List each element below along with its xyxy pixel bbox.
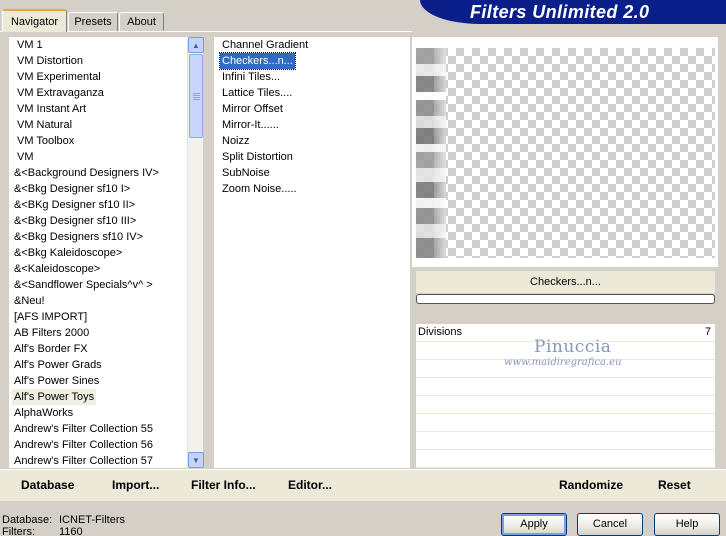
import-button[interactable]: Import... (112, 478, 159, 492)
category-item[interactable]: VM 1 (15, 37, 45, 53)
help-button[interactable]: Help (654, 513, 720, 536)
filter-item[interactable]: Infini Tiles... (220, 69, 282, 85)
scroll-up-button[interactable]: ▲ (188, 37, 204, 53)
category-item[interactable]: &<Bkg Designer sf10 I> (12, 181, 132, 197)
category-item[interactable]: &<Sandflower Specials^v^ > (12, 277, 155, 293)
selected-filter-name: Checkers...n... (416, 271, 715, 293)
parameter-row (416, 432, 715, 450)
filters-count-value: 1160 (59, 526, 83, 536)
reset-button[interactable]: Reset (658, 478, 691, 492)
category-item[interactable]: &<Kaleidoscope> (12, 261, 102, 277)
watermark-url: www.maidiregrafica.eu (504, 357, 622, 368)
category-item[interactable]: VM Extravaganza (15, 85, 106, 101)
category-item[interactable]: VM (15, 149, 36, 165)
category-item[interactable]: VM Instant Art (15, 101, 88, 117)
filter-info-button[interactable]: Filter Info... (191, 478, 256, 492)
thumb-grip (193, 99, 200, 100)
progress-bar (416, 294, 715, 304)
randomize-button[interactable]: Randomize (559, 478, 623, 492)
category-scrollbar[interactable]: ▲ ▼ (187, 37, 204, 468)
thumb-grip (193, 93, 200, 94)
category-item[interactable]: &Neu! (12, 293, 47, 309)
filter-item[interactable]: Noizz (220, 133, 252, 149)
category-list[interactable]: VM 1 VM Distortion VM Experimental VM Extra… (9, 37, 187, 468)
filter-item[interactable]: Checkers...n... (219, 52, 296, 70)
database-value: ICNET-Filters (59, 514, 125, 526)
editor-button[interactable]: Editor... (288, 478, 332, 492)
parameter-row (416, 414, 715, 432)
category-item[interactable]: &<Bkg Kaleidoscope> (12, 245, 124, 261)
preview-image (416, 48, 715, 258)
filter-item[interactable]: Zoom Noise..... (220, 181, 299, 197)
category-item[interactable]: VM Natural (15, 117, 74, 133)
watermark-title: Pinuccia (534, 337, 612, 357)
category-item[interactable]: Alf's Power Grads (12, 357, 104, 373)
filter-item[interactable]: Channel Gradient (220, 37, 310, 53)
filter-list[interactable]: Channel Gradient Checkers...n... Infini Ti… (214, 37, 410, 468)
chevron-up-icon: ▲ (192, 40, 200, 50)
category-item[interactable]: Alf's Power Toys (12, 389, 97, 405)
parameter-value[interactable]: 7 (705, 326, 711, 338)
category-item[interactable]: AB Filters 2000 (12, 325, 91, 341)
filter-item[interactable]: Split Distortion (220, 149, 295, 165)
category-item[interactable]: &<Bkg Designers sf10 IV> (12, 229, 145, 245)
tab-presets[interactable]: Presets (68, 12, 118, 31)
category-item[interactable]: Andrew's Filter Collection 56 (12, 437, 155, 453)
category-item[interactable]: VM Distortion (15, 53, 85, 69)
tab-navigator[interactable]: Navigator (2, 9, 67, 32)
cancel-button[interactable]: Cancel (577, 513, 643, 536)
database-button[interactable]: Database (21, 478, 74, 492)
category-item[interactable]: VM Toolbox (15, 133, 76, 149)
parameter-row (416, 396, 715, 414)
category-item[interactable]: Alf's Power Sines (12, 373, 101, 389)
category-item[interactable]: VM Experimental (15, 69, 103, 85)
apply-button[interactable]: Apply (501, 513, 567, 536)
chevron-down-icon: ▼ (192, 455, 200, 465)
category-item[interactable]: AlphaWorks (12, 405, 75, 421)
parameter-row (416, 378, 715, 396)
thumb-grip (193, 97, 200, 98)
category-item[interactable]: Alf's Border FX (12, 341, 90, 357)
tab-about[interactable]: About (119, 12, 164, 31)
category-item[interactable]: &<Bkg Designer sf10 III> (12, 213, 138, 229)
category-item[interactable]: &<BKg Designer sf10 II> (12, 197, 137, 213)
parameter-label: Divisions (418, 326, 463, 338)
filter-item[interactable]: SubNoise (220, 165, 272, 181)
category-item[interactable]: Andrew's Filter Collection 55 (12, 421, 155, 437)
category-item[interactable]: Andrew's Filter Collection 57 (12, 453, 155, 469)
parameter-row (416, 450, 715, 468)
filter-item[interactable]: Mirror Offset (220, 101, 285, 117)
window-title: Filters Unlimited 2.0 (470, 2, 650, 22)
database-label: Database: (2, 514, 53, 526)
filter-item[interactable]: Lattice Tiles.... (220, 85, 294, 101)
scroll-down-button[interactable]: ▼ (188, 452, 204, 468)
category-item[interactable]: [AFS IMPORT] (12, 309, 89, 325)
preview-strip (416, 48, 446, 258)
filters-count-label: Filters: (2, 526, 35, 536)
scroll-thumb[interactable] (189, 54, 203, 138)
filter-item[interactable]: Mirror-It...... (220, 117, 281, 133)
thumb-grip (193, 95, 200, 96)
category-item[interactable]: &<Background Designers IV> (12, 165, 161, 181)
